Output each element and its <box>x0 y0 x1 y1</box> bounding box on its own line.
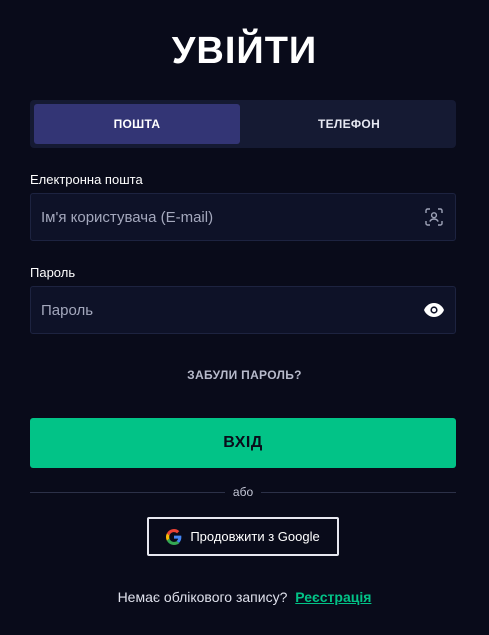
signup-prompt-text: Немає облікового запису? <box>117 589 288 605</box>
login-button[interactable]: ВХІД <box>30 418 456 468</box>
page-title: УВІЙТИ <box>171 30 318 72</box>
password-field-container <box>30 286 456 334</box>
email-label: Електронна пошта <box>30 172 143 187</box>
forgot-password-link[interactable]: ЗАБУЛИ ПАРОЛЬ? <box>0 368 489 382</box>
divider-text: або <box>232 485 254 499</box>
signup-prompt: Немає облікового запису? Реєстрація <box>0 589 489 605</box>
google-button-label: Продовжити з Google <box>190 529 320 544</box>
google-login-button[interactable]: Продовжити з Google <box>147 517 339 556</box>
login-method-tabs: ПОШТА ТЕЛЕФОН <box>30 100 456 148</box>
password-label: Пароль <box>30 265 76 280</box>
divider-line-left <box>30 491 225 493</box>
divider-line-right <box>261 491 457 493</box>
user-scan-icon[interactable] <box>423 206 445 228</box>
tab-phone[interactable]: ТЕЛЕФОН <box>246 104 452 144</box>
or-divider: або <box>30 484 457 500</box>
tab-email[interactable]: ПОШТА <box>34 104 240 144</box>
signup-link[interactable]: Реєстрація <box>295 589 371 605</box>
email-input[interactable] <box>41 208 423 226</box>
google-icon <box>166 528 182 545</box>
email-field-container <box>30 193 456 241</box>
login-page: УВІЙТИ ПОШТА ТЕЛЕФОН Електронна пошта Па… <box>0 0 489 635</box>
password-input[interactable] <box>41 301 423 319</box>
eye-icon[interactable] <box>423 299 445 321</box>
